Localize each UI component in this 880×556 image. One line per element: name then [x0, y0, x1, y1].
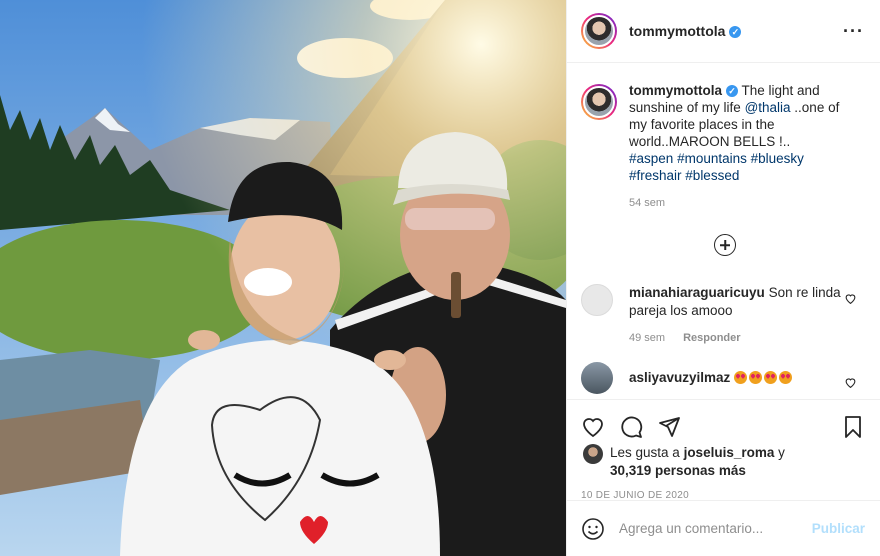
liker-username[interactable]: joseluis_roma: [684, 445, 775, 460]
post-caption: tommymottola ✓ The light and sunshine of …: [567, 64, 880, 184]
hashtag-link[interactable]: #blessed: [685, 168, 739, 183]
comment-bubble-icon[interactable]: [619, 415, 643, 439]
comment-input[interactable]: [619, 521, 812, 536]
more-options-icon[interactable]: ···: [843, 22, 864, 40]
photo-illustration: [0, 0, 566, 556]
commenter-avatar[interactable]: [581, 362, 613, 394]
load-more-comments-icon[interactable]: [714, 234, 736, 256]
hashtag-link[interactable]: #mountains: [677, 151, 747, 166]
verified-badge-icon: ✓: [729, 26, 742, 38]
likes-summary: Les gusta a joseluis_roma y 30,319 perso…: [567, 444, 880, 480]
comments-list: tommymottola ✓ The light and sunshine of …: [567, 64, 880, 399]
likes-conjunction: y: [774, 445, 785, 460]
comment-meta: 49 sem Responder: [629, 332, 880, 344]
verified-badge-icon: ✓: [726, 85, 739, 97]
hashtag-link[interactable]: #freshair: [629, 168, 682, 183]
comment-text: mianahiaraguaricuyu Son re linda pareja …: [629, 284, 849, 320]
publish-button[interactable]: Publicar: [812, 521, 865, 536]
caption-username[interactable]: tommymottola: [629, 83, 722, 98]
likes-count[interactable]: 30,319 personas más: [610, 463, 746, 478]
commenter-username[interactable]: mianahiaraguaricuyu: [629, 285, 765, 300]
reply-button[interactable]: Responder: [683, 332, 740, 344]
caption-text: tommymottola ✓ The light and sunshine of …: [629, 82, 859, 184]
post-date[interactable]: 10 DE JUNIO DE 2020: [567, 480, 880, 501]
post-dialog: tommymottola ✓ ··· tommymottola ✓ The ligh…: [0, 0, 880, 556]
post-actions: Les gusta a joseluis_roma y 30,319 perso…: [567, 399, 880, 501]
share-send-icon[interactable]: [657, 415, 681, 439]
likes-text: Les gusta a joseluis_roma y 30,319 perso…: [610, 444, 785, 480]
post-photo[interactable]: [0, 0, 566, 556]
action-icons: [567, 400, 880, 444]
author-username-text[interactable]: tommymottola: [629, 23, 725, 39]
caption-author-avatar[interactable]: [581, 84, 617, 120]
save-bookmark-icon[interactable]: [841, 415, 865, 439]
liker-avatar[interactable]: [583, 444, 603, 464]
like-heart-icon[interactable]: [581, 415, 605, 439]
commenter-avatar[interactable]: [581, 284, 613, 316]
comment-text: asliyavuzyilmaz: [629, 362, 849, 394]
post-header: tommymottola ✓ ···: [567, 0, 880, 63]
comment-item: mianahiaraguaricuyu Son re linda pareja …: [567, 284, 880, 320]
author-username[interactable]: tommymottola ✓: [629, 23, 742, 39]
mention-link[interactable]: @thalia: [745, 100, 791, 115]
heart-eyes-emoji-icon: [734, 370, 794, 385]
hashtag-link[interactable]: #bluesky: [751, 151, 804, 166]
comment-item: asliyavuzyilmaz: [567, 362, 880, 394]
comment-timestamp[interactable]: 49 sem: [629, 332, 665, 344]
caption-timestamp[interactable]: 54 sem: [629, 197, 880, 209]
like-comment-heart-icon[interactable]: [844, 292, 857, 305]
hashtag-link[interactable]: #aspen: [629, 151, 673, 166]
add-comment-form: Publicar: [567, 500, 880, 556]
commenter-username[interactable]: asliyavuzyilmaz: [629, 370, 730, 385]
like-comment-heart-icon[interactable]: [844, 376, 857, 389]
likes-prefix: Les gusta a: [610, 445, 684, 460]
post-sidebar: tommymottola ✓ ··· tommymottola ✓ The ligh…: [566, 0, 880, 556]
emoji-smiley-icon[interactable]: [581, 517, 605, 541]
author-avatar[interactable]: [581, 13, 617, 49]
